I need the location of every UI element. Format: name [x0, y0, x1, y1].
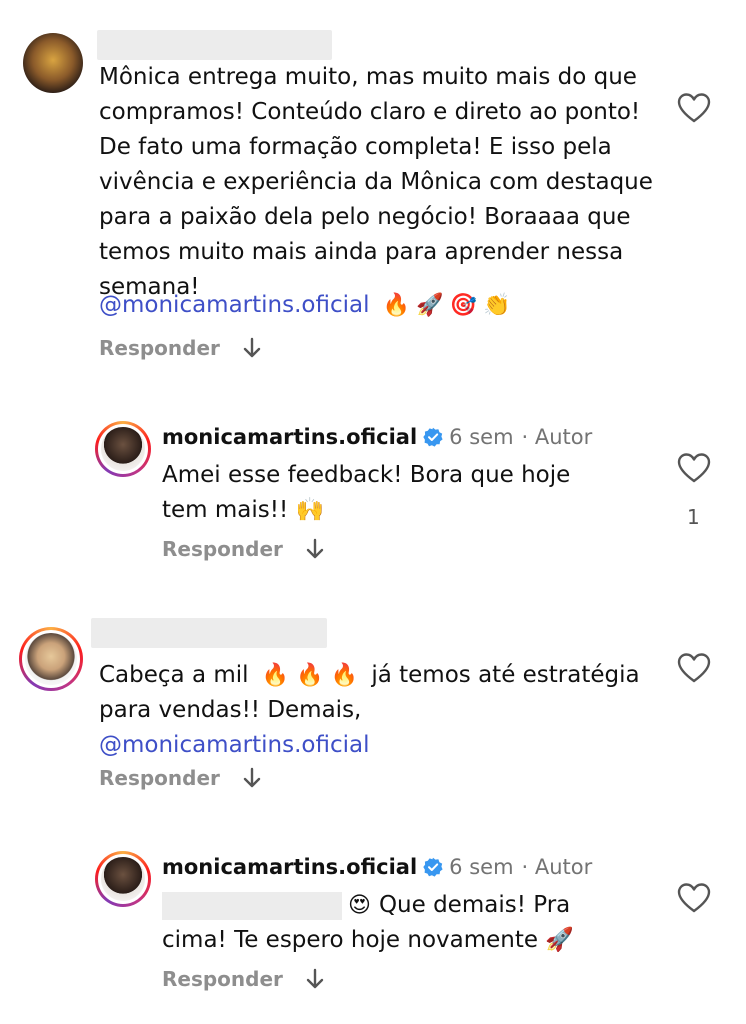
reply-button[interactable]: Responder — [162, 967, 283, 991]
reply-button[interactable]: Responder — [162, 537, 283, 561]
comment-1: Mônica entrega muito, mas muito mais do … — [0, 0, 746, 380]
reply-row: Responder — [162, 537, 325, 561]
comment-text: Mônica entrega muito, mas muito mais do … — [99, 60, 659, 305]
comment-time: 6 sem — [449, 855, 514, 879]
comment-text: 😍 Que demais! Pra cima! Te espero hoje no… — [162, 888, 622, 958]
mention-link[interactable]: @monicamartins.oficial — [99, 732, 370, 758]
author-username[interactable]: monicamartins.oficial — [162, 425, 417, 449]
avatar[interactable] — [23, 33, 83, 93]
mention-row: @monicamartins.oficial 🔥🚀🎯👏 — [99, 288, 659, 323]
reply-row: Responder — [99, 336, 262, 360]
author-label: · Autor — [521, 425, 593, 449]
comment-body-start: Cabeça a mil — [99, 662, 249, 688]
verified-badge-icon — [423, 857, 443, 877]
down-arrow-icon[interactable] — [242, 337, 262, 359]
heart-outline-icon[interactable] — [677, 92, 711, 124]
heart-outline-icon[interactable] — [677, 882, 711, 914]
verified-badge-icon — [423, 427, 443, 447]
down-arrow-icon[interactable] — [305, 968, 325, 990]
like-count: 1 — [687, 505, 700, 529]
author-avatar[interactable] — [95, 851, 151, 907]
comment-text: Amei esse feedback! Bora que hoje tem ma… — [162, 458, 582, 528]
down-arrow-icon[interactable] — [305, 538, 325, 560]
reply-row: Responder — [99, 766, 262, 790]
mention-link[interactable]: @monicamartins.oficial — [99, 292, 370, 318]
redacted-username — [91, 618, 327, 648]
redacted-username — [97, 30, 332, 60]
author-header: monicamartins.oficial 6 sem · Autor — [162, 855, 592, 879]
comment-body: Amei esse feedback! Bora que hoje tem ma… — [162, 462, 571, 523]
fire-emojis: 🔥 🔥 🔥 — [261, 663, 359, 688]
author-username[interactable]: monicamartins.oficial — [162, 855, 417, 879]
author-label: · Autor — [521, 855, 593, 879]
avatar[interactable] — [19, 627, 83, 691]
heart-outline-icon[interactable] — [677, 652, 711, 684]
author-header: monicamartins.oficial 6 sem · Autor — [162, 425, 592, 449]
comment-time: 6 sem — [449, 425, 514, 449]
comment-text: Cabeça a mil 🔥 🔥 🔥 já temos até estratég… — [99, 658, 659, 763]
comment-4: monicamartins.oficial 6 sem · Autor 😍 Que… — [0, 0, 746, 991]
redacted-mention — [162, 891, 342, 920]
comment-body: Mônica entrega muito, mas muito mais do … — [99, 64, 653, 300]
heart-outline-icon[interactable] — [677, 452, 711, 484]
author-avatar[interactable] — [95, 421, 151, 477]
down-arrow-icon[interactable] — [242, 767, 262, 789]
reply-row: Responder — [162, 967, 325, 991]
heart-eyes-emoji: 😍 — [348, 893, 371, 918]
reply-button[interactable]: Responder — [99, 336, 220, 360]
reply-button[interactable]: Responder — [99, 766, 220, 790]
emoji-group: 🔥🚀🎯👏 — [382, 293, 517, 318]
